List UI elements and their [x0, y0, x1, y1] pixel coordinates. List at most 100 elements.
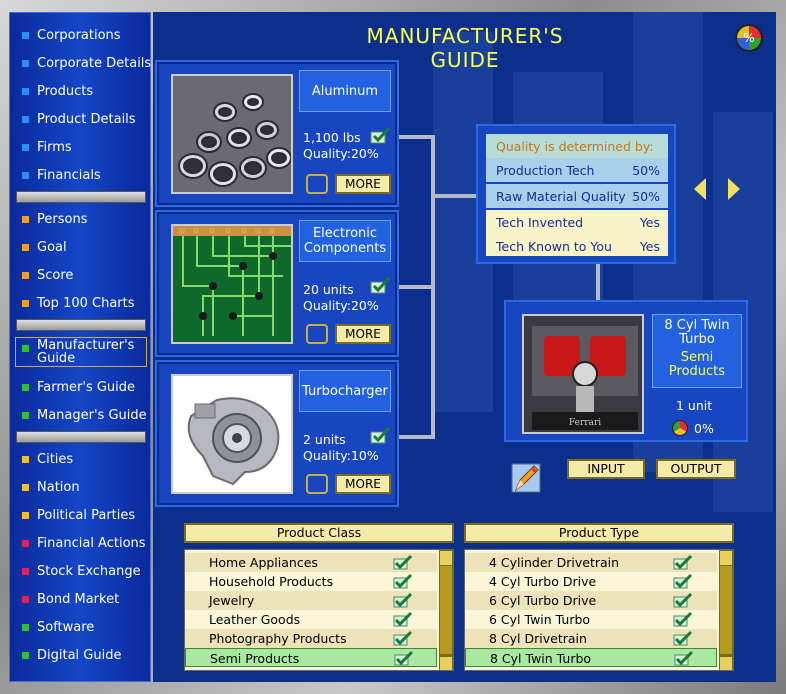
bullet-icon [22, 384, 29, 391]
material-panel-turbocharger: Turbocharger 2 units Quality:10% MORE [155, 360, 399, 507]
checkmark-icon [370, 126, 391, 144]
list-item[interactable]: Home Appliances [185, 553, 437, 572]
sidebar-divider [16, 319, 146, 331]
material-quantity: 2 units [303, 432, 346, 447]
material-quantity: 1,100 lbs [303, 130, 361, 145]
checkmark-icon [393, 554, 413, 570]
arrow-right-icon[interactable] [728, 178, 740, 200]
list-item[interactable]: Photography Products [185, 629, 437, 648]
list-item[interactable]: 4 Cyl Turbo Drive [465, 572, 717, 591]
bullet-icon [22, 568, 29, 575]
sidebar-item-digital-guide[interactable]: Digital Guide [10, 645, 152, 669]
sidebar-divider [16, 191, 146, 203]
aluminum-image [171, 74, 293, 194]
scroll-down-icon[interactable] [440, 657, 452, 670]
sidebar-item-cities[interactable]: Cities [10, 449, 152, 473]
checkmark-icon [673, 554, 693, 570]
sidebar-item-financials[interactable]: Financials [10, 165, 152, 189]
sidebar-item-managers-guide[interactable]: Manager's Guide [10, 405, 152, 429]
list-item[interactable]: 6 Cyl Twin Turbo [465, 610, 717, 629]
bullet-icon [22, 512, 29, 519]
scrollbar[interactable] [439, 550, 453, 670]
sidebar-item-financial-actions[interactable]: Financial Actions [10, 533, 152, 557]
material-checkbox[interactable] [306, 324, 328, 344]
sidebar-item-corporate-details[interactable]: Corporate Details [10, 53, 152, 77]
product-type-list: 4 Cylinder Drivetrain 4 Cyl Turbo Drive … [464, 549, 734, 671]
list-item[interactable]: Household Products [185, 572, 437, 591]
list-item-selected[interactable]: 8 Cyl Twin Turbo [465, 648, 717, 667]
svg-text:Ferrari: Ferrari [569, 418, 601, 428]
output-button[interactable]: OUTPUT [656, 459, 736, 479]
scroll-thumb[interactable] [720, 566, 732, 654]
help-icon[interactable]: % [735, 24, 763, 52]
product-type-header: Product Type [464, 523, 734, 543]
bullet-icon [22, 244, 29, 251]
product-class-header: Product Class [184, 523, 454, 543]
connector-line [596, 264, 600, 302]
scrollbar[interactable] [719, 550, 733, 670]
scroll-up-icon[interactable] [440, 551, 452, 565]
material-panel-aluminum: Aluminum 1,100 lbs Quality:20% MORE [155, 60, 399, 207]
quality-row: Tech Known to You Yes [496, 239, 660, 254]
input-button[interactable]: INPUT [567, 459, 645, 479]
sidebar-item-goal[interactable]: Goal [10, 237, 152, 261]
bullet-icon [22, 172, 29, 179]
checkmark-icon [673, 592, 693, 608]
sidebar-item-bond-market[interactable]: Bond Market [10, 589, 152, 613]
sidebar-item-manufacturers-guide[interactable]: Manufacturer's Guide [15, 337, 147, 367]
sidebar-item-nation[interactable]: Nation [10, 477, 152, 501]
quality-panel: Quality is determined by: Production Tec… [476, 124, 676, 264]
checkmark-icon [674, 650, 694, 666]
list-item[interactable]: 6 Cyl Turbo Drive [465, 591, 717, 610]
turbocharger-image [171, 374, 293, 494]
checkmark-icon [370, 276, 391, 294]
material-panel-electronic-components: Electronic Components 20 units Quality:2… [155, 210, 399, 357]
material-name: Turbocharger [299, 370, 391, 412]
scroll-up-icon[interactable] [720, 551, 732, 565]
sidebar-item-products[interactable]: Products [10, 81, 152, 105]
list-item[interactable]: Leather Goods [185, 610, 437, 629]
sidebar-item-firms[interactable]: Firms [10, 137, 152, 161]
connector-line [399, 285, 433, 289]
material-checkbox[interactable] [306, 474, 328, 494]
scroll-down-icon[interactable] [720, 657, 732, 670]
checkmark-icon [673, 573, 693, 589]
more-button[interactable]: MORE [335, 174, 391, 194]
list-item[interactable]: 8 Cyl Drivetrain [465, 629, 717, 648]
arrow-left-icon[interactable] [694, 178, 706, 200]
circuit-board-image [171, 224, 293, 344]
product-quantity: 1 unit [676, 398, 713, 413]
product-name-box: 8 Cyl Twin Turbo Semi Products [652, 314, 742, 388]
bullet-icon [22, 32, 29, 39]
sidebar-item-product-details[interactable]: Product Details [10, 109, 152, 133]
sidebar-item-corporations[interactable]: Corporations [10, 25, 152, 49]
connector-line [399, 435, 433, 439]
sidebar: Corporations Corporate Details Products … [9, 12, 151, 682]
sidebar-item-top-100-charts[interactable]: Top 100 Charts [10, 293, 152, 317]
sidebar-item-persons[interactable]: Persons [10, 209, 152, 233]
scroll-thumb[interactable] [440, 566, 452, 654]
sidebar-item-software[interactable]: Software [10, 617, 152, 641]
list-item[interactable]: Jewelry [185, 591, 437, 610]
bullet-icon [22, 652, 29, 659]
list-item-selected[interactable]: Semi Products [185, 648, 437, 667]
more-button[interactable]: MORE [335, 474, 391, 494]
sidebar-divider [16, 431, 146, 443]
material-checkbox[interactable] [306, 174, 328, 194]
sidebar-item-farmers-guide[interactable]: Farmer's Guide [10, 377, 152, 401]
quality-row: Raw Material Quality 50% [486, 184, 668, 208]
list-item[interactable]: 4 Cylinder Drivetrain [465, 553, 717, 572]
bullet-icon [22, 345, 29, 352]
material-quality: Quality:20% [303, 298, 379, 313]
material-name: Electronic Components [299, 220, 391, 262]
pencil-icon[interactable] [508, 460, 544, 496]
bullet-icon [22, 216, 29, 223]
bullet-icon [22, 300, 29, 307]
checkmark-icon [673, 630, 693, 646]
window-frame: Corporations Corporate Details Products … [0, 0, 786, 694]
more-button[interactable]: MORE [335, 324, 391, 344]
sidebar-item-political-parties[interactable]: Political Parties [10, 505, 152, 529]
sidebar-item-score[interactable]: Score [10, 265, 152, 289]
material-quality: Quality:10% [303, 448, 379, 463]
sidebar-item-stock-exchange[interactable]: Stock Exchange [10, 561, 152, 585]
